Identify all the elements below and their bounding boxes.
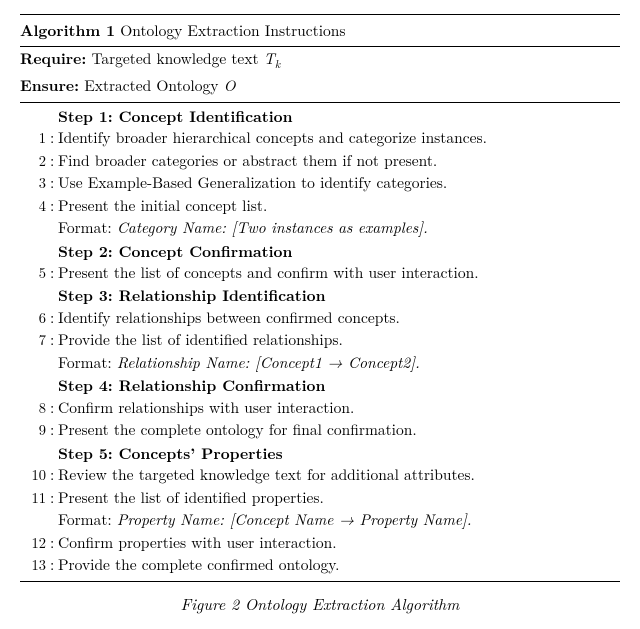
algorithm-title-row: Algorithm 1 Ontology Extraction Instruct… bbox=[20, 15, 620, 47]
algorithm-line: Step 5: Concepts’ Properties bbox=[20, 442, 620, 464]
line-number-colon: : bbox=[50, 127, 58, 149]
algorithm-line: 2:Find broader categories or abstract th… bbox=[20, 150, 620, 172]
line-number-colon: : bbox=[50, 172, 58, 194]
algorithm-number: Algorithm 1 bbox=[20, 18, 115, 41]
line-number: 3 bbox=[20, 173, 50, 194]
require-row: Require: Targeted knowledge text Tk bbox=[20, 47, 620, 74]
format-line: Format: Category Name: [Two instances as… bbox=[58, 217, 620, 239]
line-number-colon: : bbox=[50, 464, 58, 486]
algorithm-line: 1:Identify broader hierarchical concepts… bbox=[20, 127, 620, 149]
require-text: Targeted knowledge text bbox=[91, 48, 263, 69]
line-text: Present the initial concept list. bbox=[58, 195, 620, 217]
line-number: 11 bbox=[20, 488, 50, 509]
algorithm-line: 5:Present the list of concepts and confi… bbox=[20, 262, 620, 284]
algorithm-line: Format: Category Name: [Two instances as… bbox=[20, 217, 620, 239]
algorithm-title: Ontology Extraction Instructions bbox=[120, 20, 345, 41]
line-number-colon: : bbox=[50, 532, 58, 554]
line-text: Find broader categories or abstract them… bbox=[58, 150, 620, 172]
algorithm-line: Format: Relationship Name: [Concept1 → C… bbox=[20, 352, 620, 374]
figure-caption: Figure 2 Ontology Extraction Algorithm bbox=[20, 582, 620, 615]
line-text: Present the list of identified propertie… bbox=[58, 487, 620, 509]
step-heading: Step 5: Concepts’ Properties bbox=[58, 442, 620, 464]
algorithm-line: 3:Use Example-Based Generalization to id… bbox=[20, 172, 620, 194]
algorithm-line: 13:Provide the complete confirmed ontolo… bbox=[20, 554, 620, 576]
line-number: 2 bbox=[20, 151, 50, 172]
line-number: 5 bbox=[20, 263, 50, 284]
algorithm-block: Algorithm 1 Ontology Extraction Instruct… bbox=[20, 14, 620, 582]
line-number-colon: : bbox=[50, 487, 58, 509]
format-spec: Relationship Name: [Concept1 → Concept2]… bbox=[117, 352, 420, 373]
step-heading: Step 1: Concept Identification bbox=[58, 105, 620, 127]
algorithm-line: 9:Present the complete ontology for fina… bbox=[20, 419, 620, 441]
line-number-colon: : bbox=[50, 397, 58, 419]
line-number-colon: : bbox=[50, 195, 58, 217]
algorithm-line: 7:Provide the list of identified relatio… bbox=[20, 329, 620, 351]
format-spec: Category Name: [Two instances as example… bbox=[117, 217, 428, 238]
require-symbol-subscript: k bbox=[275, 57, 280, 73]
step-heading: Step 3: Relationship Identification bbox=[58, 284, 620, 306]
format-spec: Property Name: [Concept Name → Property … bbox=[117, 509, 472, 530]
line-text: Confirm properties with user interaction… bbox=[58, 532, 620, 554]
line-text: Review the targeted knowledge text for a… bbox=[58, 464, 620, 486]
require-symbol: T bbox=[264, 48, 275, 69]
line-number-colon: : bbox=[50, 262, 58, 284]
algorithm-body: Step 1: Concept Identification1:Identify… bbox=[20, 103, 620, 581]
format-line: Format: Relationship Name: [Concept1 → C… bbox=[58, 352, 620, 374]
line-number: 10 bbox=[20, 465, 50, 486]
algorithm-line: Format: Property Name: [Concept Name → P… bbox=[20, 509, 620, 531]
algorithm-line: Step 2: Concept Confirmation bbox=[20, 240, 620, 262]
line-text: Use Example-Based Generalization to iden… bbox=[58, 172, 620, 194]
algorithm-line: Step 4: Relationship Confirmation bbox=[20, 374, 620, 396]
format-prefix: Format: bbox=[58, 509, 117, 530]
line-number: 6 bbox=[20, 308, 50, 329]
algorithm-line: 8:Confirm relationships with user intera… bbox=[20, 397, 620, 419]
line-number: 7 bbox=[20, 330, 50, 351]
line-number: 12 bbox=[20, 533, 50, 554]
line-text: Present the complete ontology for final … bbox=[58, 419, 620, 441]
step-heading: Step 2: Concept Confirmation bbox=[58, 240, 620, 262]
ensure-symbol: O bbox=[224, 75, 236, 96]
line-number-colon: : bbox=[50, 307, 58, 329]
algorithm-line: Step 1: Concept Identification bbox=[20, 105, 620, 127]
line-number-colon: : bbox=[50, 419, 58, 441]
line-text: Provide the list of identified relations… bbox=[58, 329, 620, 351]
ensure-label: Ensure: bbox=[20, 73, 79, 96]
format-prefix: Format: bbox=[58, 217, 117, 238]
line-number: 1 bbox=[20, 128, 50, 149]
line-number: 13 bbox=[20, 555, 50, 576]
algorithm-line: 12:Confirm properties with user interact… bbox=[20, 532, 620, 554]
algorithm-line: 11:Present the list of identified proper… bbox=[20, 487, 620, 509]
line-text: Provide the complete confirmed ontology. bbox=[58, 554, 620, 576]
require-label: Require: bbox=[20, 46, 86, 69]
ensure-row: Ensure: Extracted Ontology O bbox=[20, 74, 620, 102]
line-number: 4 bbox=[20, 196, 50, 217]
line-number: 9 bbox=[20, 420, 50, 441]
line-text: Present the list of concepts and confirm… bbox=[58, 262, 620, 284]
algorithm-line: 10:Review the targeted knowledge text fo… bbox=[20, 464, 620, 486]
algorithm-line: 4:Present the initial concept list. bbox=[20, 195, 620, 217]
line-number-colon: : bbox=[50, 329, 58, 351]
line-number-colon: : bbox=[50, 150, 58, 172]
line-text: Identify broader hierarchical concepts a… bbox=[58, 127, 620, 149]
line-text: Confirm relationships with user interact… bbox=[58, 397, 620, 419]
algorithm-line: Step 3: Relationship Identification bbox=[20, 284, 620, 306]
line-number: 8 bbox=[20, 398, 50, 419]
ensure-text: Extracted Ontology bbox=[84, 75, 223, 96]
algorithm-line: 6:Identify relationships between confirm… bbox=[20, 307, 620, 329]
step-heading: Step 4: Relationship Confirmation bbox=[58, 374, 620, 396]
format-line: Format: Property Name: [Concept Name → P… bbox=[58, 509, 620, 531]
line-text: Identify relationships between confirmed… bbox=[58, 307, 620, 329]
line-number-colon: : bbox=[50, 554, 58, 576]
format-prefix: Format: bbox=[58, 352, 117, 373]
